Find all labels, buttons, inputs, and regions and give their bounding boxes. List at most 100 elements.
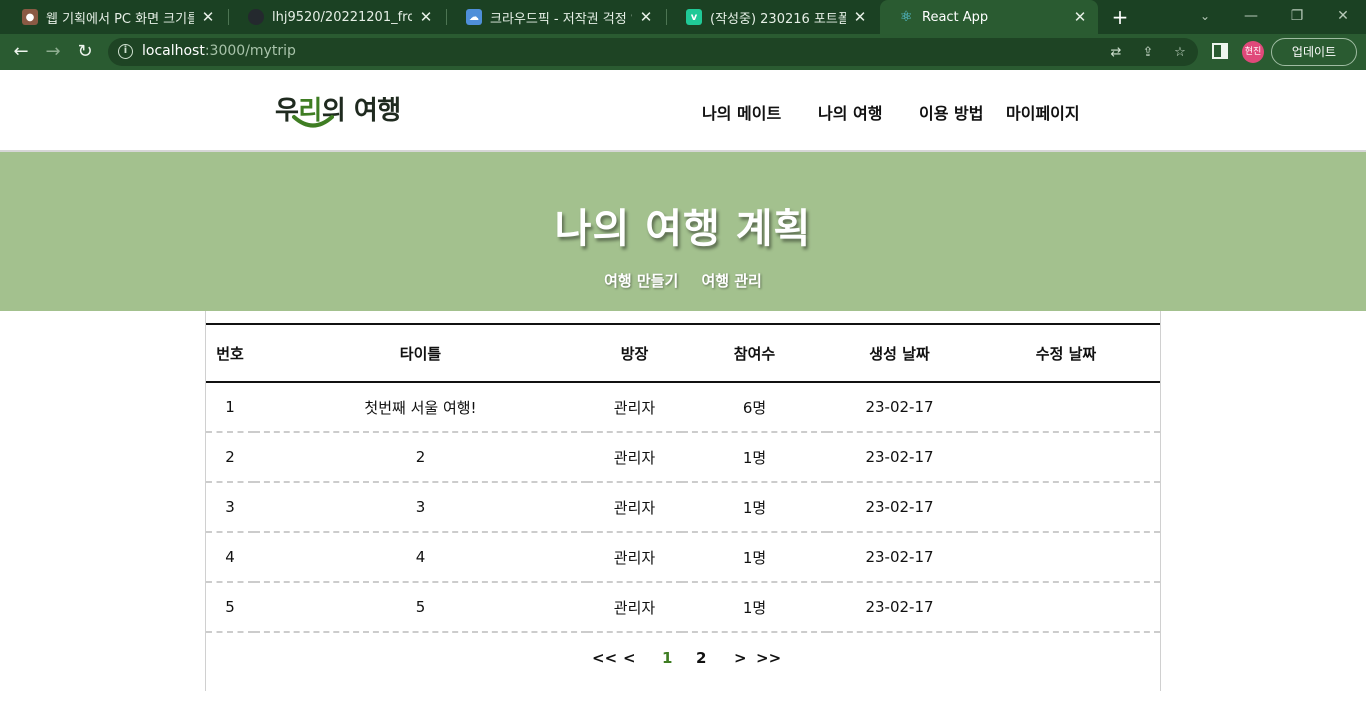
- minimize-icon[interactable]: —: [1228, 0, 1274, 34]
- cell-owner: 관리자: [613, 498, 656, 517]
- nav-how-to-use[interactable]: 이용 방법: [919, 100, 983, 124]
- cell-updated-date: [972, 532, 1160, 582]
- close-icon[interactable]: ✕: [852, 8, 868, 26]
- column-header-created-date: 생성 날짜: [869, 344, 930, 363]
- velog-icon: v: [686, 9, 702, 25]
- trip-board: 번호 타이틀 방장 참여수 생성 날짜 수정 날짜 1 첫번째 서울 여행! 관…: [205, 311, 1161, 691]
- nav-my-mate[interactable]: 나의 메이트: [702, 100, 781, 124]
- site-logo[interactable]: 우리의 여행: [275, 86, 425, 132]
- new-tab-icon[interactable]: +: [1108, 4, 1132, 30]
- restore-icon[interactable]: ❐: [1274, 0, 1320, 34]
- close-icon[interactable]: ✕: [200, 8, 216, 26]
- cell-updated-date: [972, 582, 1160, 632]
- cell-title[interactable]: 첫번째 서울 여행!: [254, 382, 587, 432]
- close-icon[interactable]: ✕: [638, 8, 654, 26]
- update-button[interactable]: 업데이트: [1271, 38, 1357, 66]
- manage-trip-link[interactable]: 여행 관리: [701, 270, 761, 291]
- cell-number: 3: [225, 498, 235, 516]
- cell-created-date: 23-02-17: [865, 498, 934, 516]
- table-row[interactable]: 2 2 관리자 1명 23-02-17: [206, 432, 1160, 482]
- column-header-owner: 방장: [620, 344, 649, 363]
- cell-participants: 1명: [742, 548, 767, 567]
- cell-participants: 1명: [742, 498, 767, 517]
- cell-updated-date: [972, 482, 1160, 532]
- url-text[interactable]: localhost:3000/mytrip: [142, 43, 296, 59]
- reload-icon[interactable]: ↻: [70, 34, 100, 70]
- browser-tab[interactable]: v (작성중) 230216 포트폴리오 ✕: [668, 0, 878, 34]
- page-title: 나의 여행 계획: [554, 206, 812, 252]
- column-header-title: 타이틀: [399, 344, 442, 363]
- share-icon[interactable]: ⇪: [1140, 45, 1156, 61]
- table-row[interactable]: 3 3 관리자 1명 23-02-17: [206, 482, 1160, 532]
- table-row[interactable]: 5 5 관리자 1명 23-02-17: [206, 582, 1160, 632]
- nav-my-page[interactable]: 마이페이지: [1006, 100, 1080, 124]
- hero-banner: 나의 여행 계획 여행 만들기 여행 관리: [0, 152, 1366, 311]
- browser-tab[interactable]: ● 웹 기획에서 PC 화면 크기를 ✕: [4, 0, 226, 34]
- site-header: 우리의 여행 나의 메이트 나의 여행 이용 방법 마이페이지: [0, 70, 1366, 152]
- next-page-button[interactable]: >: [734, 649, 747, 667]
- browser-tab[interactable]: lhj9520/20221201_frontendp ✕: [230, 0, 444, 34]
- tab-search-icon[interactable]: ⌄: [1182, 0, 1228, 34]
- tab-title: React App: [922, 9, 989, 25]
- cell-number: 5: [225, 598, 235, 616]
- cell-title[interactable]: 4: [254, 532, 587, 582]
- hero-sub-nav: 여행 만들기 여행 관리: [0, 270, 1366, 291]
- first-page-button[interactable]: <<: [592, 649, 617, 667]
- side-panel-icon[interactable]: [1212, 43, 1228, 59]
- cloud-icon: ☁: [466, 9, 482, 25]
- address-bar[interactable]: i localhost:3000/mytrip ⇄ ⇪ ☆: [108, 38, 1198, 66]
- page-button-current[interactable]: 1: [662, 649, 672, 667]
- close-icon[interactable]: ✕: [418, 8, 434, 26]
- github-icon: [248, 9, 264, 25]
- cell-owner: 관리자: [613, 598, 656, 617]
- trip-table: 번호 타이틀 방장 참여수 생성 날짜 수정 날짜 1 첫번째 서울 여행! 관…: [206, 323, 1160, 633]
- cell-number: 2: [225, 448, 235, 466]
- tab-title: (작성중) 230216 포트폴리오: [710, 11, 846, 27]
- translate-icon[interactable]: ⇄: [1108, 45, 1124, 61]
- cell-participants: 1명: [742, 598, 767, 617]
- cell-owner: 관리자: [613, 548, 656, 567]
- cell-title[interactable]: 3: [254, 482, 587, 532]
- cell-title[interactable]: 5: [254, 582, 587, 632]
- column-header-number: 번호: [216, 344, 244, 363]
- cell-updated-date: [972, 382, 1160, 432]
- pagination: << < 1 2 > >>: [206, 649, 1160, 673]
- cell-title[interactable]: 2: [254, 432, 587, 482]
- close-window-icon[interactable]: ✕: [1320, 0, 1366, 34]
- close-icon[interactable]: ✕: [1072, 8, 1088, 26]
- cell-updated-date: [972, 432, 1160, 482]
- forward-icon[interactable]: →: [38, 34, 68, 70]
- browser-tab-active[interactable]: ⚛ React App ✕: [880, 0, 1098, 34]
- back-icon[interactable]: ←: [6, 34, 36, 70]
- person-icon: ●: [22, 9, 38, 25]
- table-row[interactable]: 4 4 관리자 1명 23-02-17: [206, 532, 1160, 582]
- column-header-participants: 참여수: [733, 344, 776, 363]
- cell-owner: 관리자: [613, 448, 656, 467]
- cell-created-date: 23-02-17: [865, 598, 934, 616]
- last-page-button[interactable]: >>: [756, 649, 781, 667]
- prev-page-button[interactable]: <: [623, 649, 636, 667]
- tab-title: 웹 기획에서 PC 화면 크기를: [46, 11, 194, 27]
- tab-title: 크라우드픽 - 저작권 걱정 없: [490, 11, 632, 27]
- cell-owner: 관리자: [613, 398, 656, 417]
- table-row[interactable]: 1 첫번째 서울 여행! 관리자 6명 23-02-17: [206, 382, 1160, 432]
- cell-number: 4: [225, 548, 235, 566]
- bookmark-star-icon[interactable]: ☆: [1172, 45, 1188, 61]
- page-button[interactable]: 2: [696, 649, 706, 667]
- nav-my-trip[interactable]: 나의 여행: [818, 100, 882, 124]
- browser-tab-strip: ● 웹 기획에서 PC 화면 크기를 ✕ lhj9520/20221201_fr…: [0, 0, 1366, 34]
- tab-title: lhj9520/20221201_frontendp: [272, 9, 412, 25]
- browser-toolbar: ← → ↻ i localhost:3000/mytrip ⇄ ⇪ ☆ 현진 업…: [0, 34, 1366, 70]
- profile-avatar[interactable]: 현진: [1242, 41, 1264, 63]
- cell-number: 1: [225, 398, 235, 416]
- cell-created-date: 23-02-17: [865, 398, 934, 416]
- cell-participants: 6명: [742, 398, 767, 417]
- site-info-icon[interactable]: i: [118, 44, 133, 59]
- create-trip-link[interactable]: 여행 만들기: [604, 270, 678, 291]
- browser-tab[interactable]: ☁ 크라우드픽 - 저작권 걱정 없 ✕: [448, 0, 664, 34]
- cell-created-date: 23-02-17: [865, 448, 934, 466]
- cell-participants: 1명: [742, 448, 767, 467]
- react-icon: ⚛: [899, 9, 913, 25]
- column-header-updated-date: 수정 날짜: [1035, 344, 1097, 363]
- table-header-row: 번호 타이틀 방장 참여수 생성 날짜 수정 날짜: [206, 324, 1160, 382]
